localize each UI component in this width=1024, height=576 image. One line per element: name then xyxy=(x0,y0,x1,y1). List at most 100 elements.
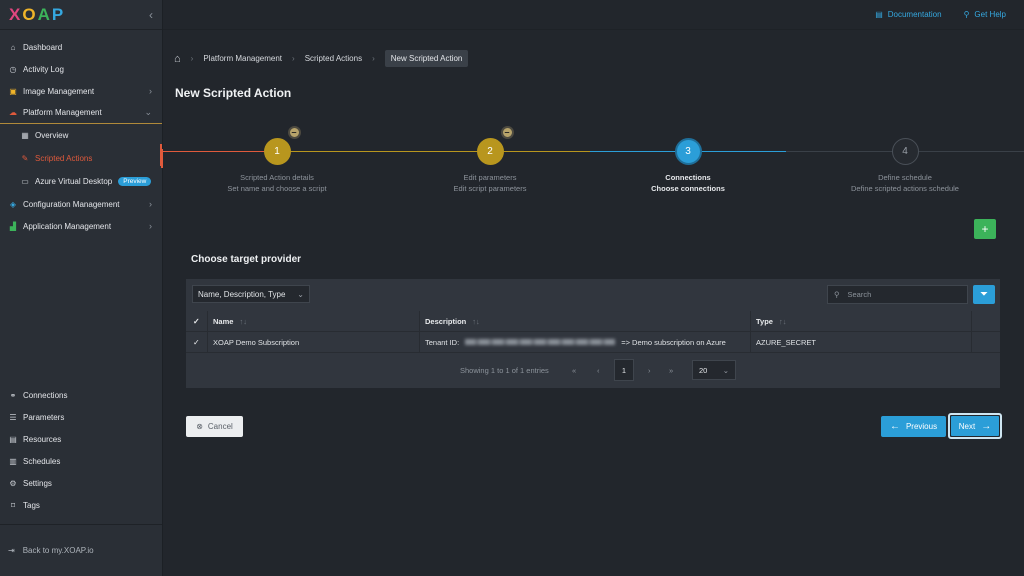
sidebar-item-label: Resources xyxy=(23,434,62,444)
step-number: 3 xyxy=(685,146,691,157)
sidebar-item-scripted-actions[interactable]: ✎ Scripted Actions xyxy=(0,147,163,170)
sidebar-item-settings[interactable]: ⚙ Settings xyxy=(0,472,162,494)
page-size-select[interactable]: 20 ⌄ xyxy=(692,360,736,380)
cancel-button[interactable]: ⊗ Cancel xyxy=(186,416,243,437)
first-page-icon[interactable]: « xyxy=(572,366,576,375)
home-icon: ⌂ xyxy=(10,42,16,52)
step-title: Edit parameters xyxy=(463,173,517,182)
sort-icon: ↑↓ xyxy=(472,316,480,326)
table-row[interactable]: ✓ XOAP Demo Subscription Tenant ID: => D… xyxy=(186,332,1000,353)
sidebar-item-overview[interactable]: ▦ Overview xyxy=(0,124,162,147)
minus-icon[interactable]: – xyxy=(500,126,514,139)
step-number: 1 xyxy=(274,146,280,157)
row-description: Tenant ID: => Demo subscription on Azure xyxy=(425,338,726,347)
back-label: Back to my.XOAP.io xyxy=(22,546,94,555)
chart-icon: ▟ xyxy=(9,221,17,231)
column-header-name[interactable]: Name ↑↓ xyxy=(213,317,247,326)
column-label: Type xyxy=(756,316,773,326)
sidebar-item-schedules[interactable]: ▥ Schedules xyxy=(0,450,162,472)
documentation-link[interactable]: ▤ Documentation xyxy=(875,10,941,19)
provider-table-panel: Name, Description, Type ⌄ ⚲ Search ⏷ ✓ N… xyxy=(186,279,1000,388)
monitor-icon: ▭ xyxy=(21,177,29,186)
column-filter-select[interactable]: Name, Description, Type ⌄ xyxy=(192,285,310,303)
stepper: 1 – Scripted Action details Set name and… xyxy=(160,126,1024,200)
next-page-icon[interactable]: › xyxy=(648,366,651,375)
get-help-link[interactable]: ⚲ Get Help xyxy=(964,10,1006,19)
sidebar-item-parameters[interactable]: ☰ Parameters xyxy=(0,406,162,428)
add-connection-button[interactable]: + xyxy=(974,219,996,239)
next-button-inner: Next → xyxy=(951,416,999,436)
sidebar-item-label: Application Management xyxy=(23,221,112,231)
preview-badge: Preview xyxy=(118,177,152,186)
xoap-logo[interactable]: X O A P xyxy=(9,5,65,25)
logo-letter: P xyxy=(51,4,66,24)
step-1[interactable]: 1 – Scripted Action details Set name and… xyxy=(167,126,387,193)
step-subtitle: Choose connections xyxy=(651,184,725,193)
column-label: Description xyxy=(425,316,467,326)
next-button[interactable]: Next → xyxy=(948,413,1002,439)
sidebar-item-label: Image Management xyxy=(23,86,95,96)
step-2[interactable]: 2 – Edit parameters Edit script paramete… xyxy=(380,126,600,193)
column-header-type[interactable]: Type ↑↓ xyxy=(756,317,786,326)
step-circle: 1 – xyxy=(263,126,301,165)
minus-icon[interactable]: – xyxy=(287,126,301,139)
pencil-icon: ✎ xyxy=(21,154,29,163)
book-icon: ▤ xyxy=(875,10,883,19)
row-type: AZURE_SECRET xyxy=(756,337,817,347)
step-subtitle: Set name and choose a script xyxy=(227,184,327,193)
sidebar-item-configuration-management[interactable]: ◈ Configuration Management › xyxy=(0,193,162,215)
logo-letter: X xyxy=(9,4,23,24)
sidebar-item-dashboard[interactable]: ⌂ Dashboard xyxy=(0,36,162,58)
sidebar-item-label: Settings xyxy=(23,478,52,488)
arrow-right-icon: → xyxy=(981,420,992,432)
logo-letter: O xyxy=(22,4,38,24)
cancel-icon: ⊗ xyxy=(196,422,203,431)
select-all-checkbox[interactable]: ✓ xyxy=(193,317,200,326)
filter-button[interactable]: ⏷ xyxy=(973,285,995,304)
arrow-left-icon: ← xyxy=(889,421,900,432)
step-4[interactable]: 4 Define schedule Define scripted action… xyxy=(795,138,1015,193)
sidebar-item-image-management[interactable]: ▣ Image Management › xyxy=(0,80,162,102)
calendar-icon: ▥ xyxy=(9,456,17,466)
collapse-sidebar-icon[interactable]: ‹ xyxy=(149,8,153,22)
sidebar-item-resources[interactable]: ▤ Resources xyxy=(0,428,162,450)
description-suffix: => Demo subscription on Azure xyxy=(621,337,726,347)
stepper-start-marker xyxy=(160,144,162,166)
page-number-button[interactable]: 1 xyxy=(614,359,634,381)
sidebar-item-label: Platform Management xyxy=(23,108,102,117)
chevron-right-icon: › xyxy=(149,86,152,96)
chevron-down-icon: ⌄ xyxy=(144,107,152,117)
breadcrumb-platform-management[interactable]: Platform Management xyxy=(203,54,282,63)
logo-row: X O A P ‹ xyxy=(0,0,162,30)
step-circle: 3 xyxy=(674,138,702,165)
previous-label: Previous xyxy=(905,422,938,431)
previous-page-icon[interactable]: ‹ xyxy=(597,366,600,375)
sidebar-item-label: Overview xyxy=(35,131,69,140)
sidebar: X O A P ‹ ⌂ Dashboard ◷ Activity Log ▣ I… xyxy=(0,0,163,576)
breadcrumb-scripted-actions[interactable]: Scripted Actions xyxy=(305,54,362,63)
home-icon[interactable]: ⌂ xyxy=(174,53,181,65)
previous-button[interactable]: ← Previous xyxy=(881,416,946,437)
sidebar-item-activity-log[interactable]: ◷ Activity Log xyxy=(0,58,162,80)
sidebar-item-tags[interactable]: ⌑ Tags xyxy=(0,494,162,516)
sidebar-item-azure-virtual-desktop[interactable]: ▭ Azure Virtual Desktop Preview xyxy=(0,170,162,193)
images-icon: ▣ xyxy=(9,86,17,96)
step-circle: 4 xyxy=(891,138,919,165)
search-input[interactable]: ⚲ Search xyxy=(827,285,968,304)
chevron-right-icon: › xyxy=(372,54,375,63)
sidebar-item-application-management[interactable]: ▟ Application Management › xyxy=(0,215,162,237)
documentation-label: Documentation xyxy=(887,10,942,19)
sidebar-item-platform-management[interactable]: ☁ Platform Management ⌄ xyxy=(0,102,162,124)
column-header-description[interactable]: Description ↑↓ xyxy=(425,317,480,326)
sidebar-item-connections[interactable]: ⚭ Connections xyxy=(0,384,162,406)
back-to-xoap-link[interactable]: ⇥ Back to my.XOAP.io xyxy=(0,524,162,576)
search-icon: ⚲ xyxy=(834,290,840,299)
row-checkbox[interactable]: ✓ xyxy=(193,338,200,347)
step-subtitle: Define scripted actions schedule xyxy=(851,184,959,193)
step-3[interactable]: 3 Connections Choose connections xyxy=(578,138,798,193)
last-page-icon[interactable]: » xyxy=(669,366,673,375)
step-circle: 2 – xyxy=(476,126,514,165)
layers-icon: ◈ xyxy=(9,199,17,209)
chevron-right-icon: › xyxy=(292,54,295,63)
list-icon: ☰ xyxy=(9,412,17,422)
